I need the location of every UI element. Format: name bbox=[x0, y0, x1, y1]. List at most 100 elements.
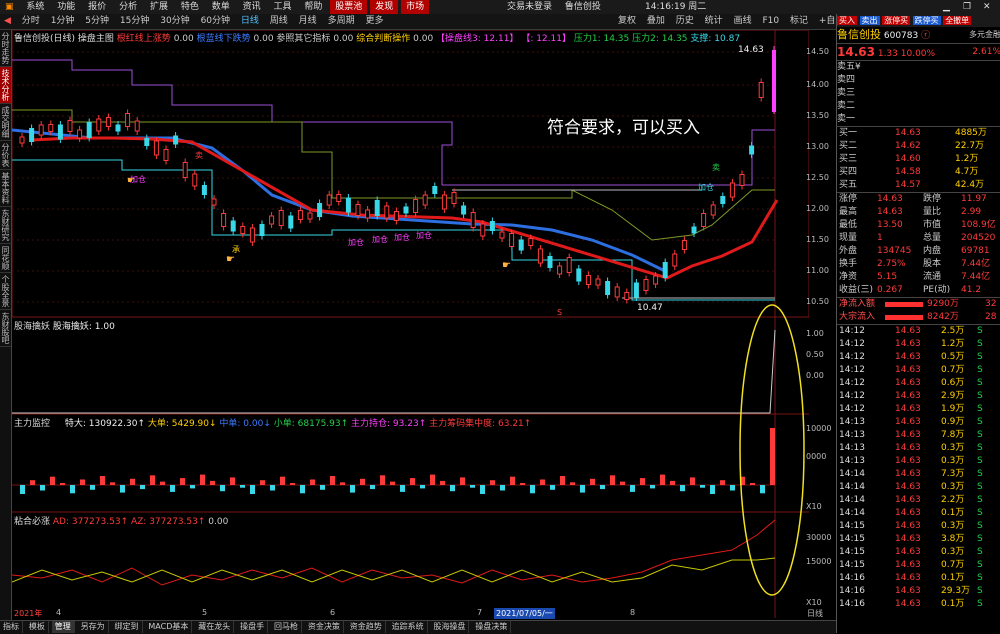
menu-item-shudan[interactable]: 数单 bbox=[207, 0, 235, 14]
bid-price: 14.57 bbox=[895, 180, 921, 190]
candle-body bbox=[29, 128, 35, 142]
left-tab-fenshi[interactable]: 分时走势 bbox=[0, 30, 11, 67]
bottom-tab-stock-op[interactable]: 股海操盘 bbox=[430, 621, 470, 633]
menu-item-quote[interactable]: 报价 bbox=[83, 0, 111, 14]
period-tab-fenshi[interactable]: 分时 bbox=[18, 14, 44, 29]
ask-row[interactable]: 卖二 bbox=[837, 100, 1000, 113]
left-tab-price-table[interactable]: 分价表 bbox=[0, 141, 11, 170]
stat-label: 换手 bbox=[839, 259, 858, 269]
axis-period-label[interactable]: 日线 bbox=[807, 608, 823, 619]
menu-item-special[interactable]: 特色 bbox=[176, 0, 204, 14]
tick-time: 14:14 bbox=[839, 495, 865, 505]
sell-button[interactable]: 卖出 bbox=[859, 16, 880, 25]
draw-line-button[interactable]: 画线 bbox=[730, 14, 756, 29]
ask-row[interactable]: 卖一 bbox=[837, 113, 1000, 126]
left-tab-technical[interactable]: 技术分析 bbox=[0, 67, 11, 104]
history-button[interactable]: 历史 bbox=[672, 14, 698, 29]
bottom-tab-huimaqiang[interactable]: 回马枪 bbox=[271, 621, 302, 633]
period-tab-60min[interactable]: 60分钟 bbox=[197, 14, 234, 29]
left-tab-panorama[interactable]: 个股全景 bbox=[0, 273, 11, 310]
menu-item-help[interactable]: 帮助 bbox=[299, 0, 327, 14]
app-icon[interactable]: ▣ bbox=[0, 0, 19, 14]
tick-row: 14:15 14.63 0.3万 S bbox=[837, 546, 1000, 559]
trade-status: 交易未登录 bbox=[506, 2, 552, 12]
stats-button[interactable]: 统计 bbox=[701, 14, 727, 29]
tick-side: S bbox=[977, 547, 983, 557]
period-tab-more[interactable]: 更多 bbox=[361, 14, 387, 29]
bottom-tab-indicator[interactable]: 指标 bbox=[0, 621, 23, 633]
period-tab-5min[interactable]: 5分钟 bbox=[81, 14, 113, 29]
bottom-tab-fund-trend[interactable]: 资金趋势 bbox=[347, 621, 386, 633]
ask-row[interactable]: 卖四 bbox=[837, 74, 1000, 87]
stock-info-icon[interactable]: ⓡ bbox=[921, 31, 930, 41]
period-tab-weekly[interactable]: 周线 bbox=[266, 14, 292, 29]
window-minimize-icon[interactable]: ▁ bbox=[938, 0, 955, 14]
menu-item-function[interactable]: 功能 bbox=[52, 0, 80, 14]
sector-label[interactable]: 多元金融 bbox=[969, 27, 1000, 43]
period-tab-daily[interactable]: 日线 bbox=[237, 14, 263, 29]
menu-item-tools[interactable]: 工具 bbox=[269, 0, 297, 14]
candle-body bbox=[221, 213, 227, 227]
bottom-tab-fund-decision[interactable]: 资金决策 bbox=[305, 621, 344, 633]
overlay-button[interactable]: 叠加 bbox=[643, 14, 669, 29]
left-tab-research[interactable]: 东财研究 bbox=[0, 207, 11, 244]
tick-row: 14:16 14.63 29.3万 S bbox=[837, 585, 1000, 598]
pane2-name: 股海擒妖 bbox=[14, 322, 51, 332]
menu-item-analysis[interactable]: 分析 bbox=[114, 0, 142, 14]
menu-item-system[interactable]: 系统 bbox=[21, 0, 49, 14]
bottom-tab-bind[interactable]: 绑定到 bbox=[112, 621, 143, 633]
buy-button[interactable]: 买入 bbox=[837, 16, 857, 25]
flow-bar bbox=[670, 480, 675, 485]
bottom-tab-trader[interactable]: 操盘手 bbox=[237, 621, 269, 633]
period-tab-30min[interactable]: 30分钟 bbox=[156, 14, 193, 29]
kline-chart-area[interactable]: 符合要求，可以买入 14.63 10.47 加仓 卖 承 加仓 加仓 加仓 加仓… bbox=[12, 30, 809, 618]
menu-item-discover[interactable]: 发现 bbox=[370, 0, 399, 14]
bottom-tab-template[interactable]: 模板 bbox=[26, 621, 49, 633]
tick-row: 14:15 14.63 0.3万 S bbox=[837, 520, 1000, 533]
ask-row[interactable]: 卖五¥ bbox=[837, 61, 1000, 74]
left-tab-trades[interactable]: 成交明细 bbox=[0, 104, 11, 141]
candle-body bbox=[48, 124, 54, 132]
limit-up-buy-button[interactable]: 涨停买 bbox=[882, 16, 911, 25]
fuquan-button[interactable]: 复权 bbox=[614, 14, 640, 29]
cancel-all-button[interactable]: 全撤单 bbox=[943, 16, 972, 25]
tick-row: 14:14 14.63 2.2万 S bbox=[837, 494, 1000, 507]
tick-time: 14:16 bbox=[839, 599, 865, 609]
bottom-tab-macd[interactable]: MACD基本 bbox=[145, 621, 193, 633]
jiacang-label-5: 加仓 bbox=[416, 230, 432, 240]
bottom-tab-saveas[interactable]: 另存为 bbox=[78, 621, 109, 633]
window-close-icon[interactable]: ✕ bbox=[978, 0, 996, 14]
limit-down-buy-button[interactable]: 跌停买 bbox=[912, 16, 941, 25]
main-pane-header: 鲁信创投(日线) 操盘主图 根红线上涨势 0.00 根蓝线下跌势 0.00 参照… bbox=[14, 31, 740, 44]
nav-back-icon[interactable]: ◀ bbox=[0, 14, 15, 29]
window-restore-icon[interactable]: ❐ bbox=[958, 0, 976, 14]
tick-list[interactable]: 14:12 14.63 2.5万 S 14:12 14.63 1.2万 S 14:12 14.63… bbox=[837, 324, 1000, 611]
tick-price: 14.63 bbox=[895, 352, 921, 362]
stat-label: 净资 bbox=[839, 272, 858, 282]
bottom-tab-manage[interactable]: 管理 bbox=[51, 621, 75, 633]
menu-item-market[interactable]: 市场 bbox=[401, 0, 430, 14]
bottom-tab-op-decision[interactable]: 操盘决策 bbox=[472, 621, 512, 633]
f10-button[interactable]: F10 bbox=[758, 14, 783, 29]
stat-label: 量比 bbox=[923, 207, 942, 217]
menu-item-news[interactable]: 资讯 bbox=[238, 0, 266, 14]
bottom-tab-longtou[interactable]: 藏在龙头 bbox=[195, 621, 235, 633]
period-tab-1min[interactable]: 1分钟 bbox=[47, 14, 79, 29]
left-tab-forum[interactable]: 东财股吧 bbox=[0, 310, 11, 347]
left-tab-ths[interactable]: 同花顺 bbox=[0, 244, 11, 273]
bottom-tab-tracking[interactable]: 追踪系统 bbox=[389, 621, 428, 633]
left-tab-profile[interactable]: 基本资料 bbox=[0, 170, 11, 207]
menu-item-extend[interactable]: 扩展 bbox=[145, 0, 173, 14]
period-tab-monthly[interactable]: 月线 bbox=[295, 14, 321, 29]
candle-body bbox=[317, 203, 323, 217]
menu-item-stockpool[interactable]: 股票池 bbox=[330, 0, 368, 14]
candle-body bbox=[105, 117, 111, 127]
stat-label: 总量 bbox=[923, 233, 942, 243]
period-tab-multi[interactable]: 多周期 bbox=[324, 14, 359, 29]
ask-row[interactable]: 卖三 bbox=[837, 87, 1000, 100]
sell-label-1: 卖 bbox=[195, 151, 203, 160]
pane2-value: 股海擒妖: 1.00 bbox=[52, 322, 115, 332]
period-tab-15min[interactable]: 15分钟 bbox=[116, 14, 153, 29]
ask-label: 卖二 bbox=[837, 101, 856, 111]
mark-button[interactable]: 标记 bbox=[786, 14, 812, 29]
